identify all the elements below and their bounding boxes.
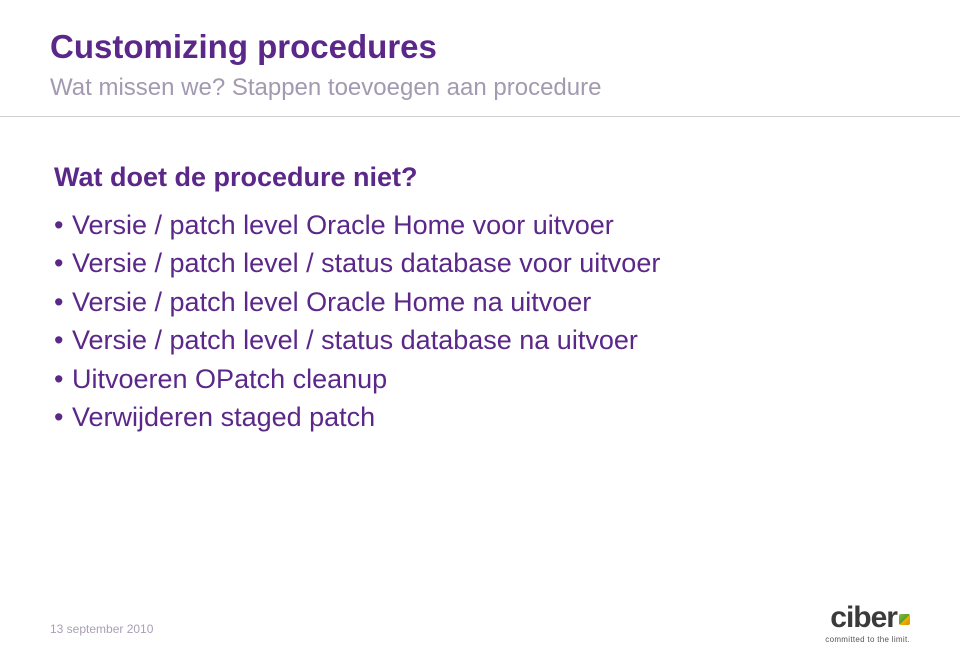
list-item: Versie / patch level / status database v… <box>54 245 910 281</box>
footer-date: 13 september 2010 <box>50 622 153 636</box>
list-item: Verwijderen staged patch <box>54 399 910 435</box>
divider-line <box>0 116 960 117</box>
list-item: Versie / patch level Oracle Home na uitv… <box>54 284 910 320</box>
slide-title: Customizing procedures <box>50 28 910 66</box>
question-heading: Wat doet de procedure niet? <box>54 162 910 193</box>
bullet-list: Versie / patch level Oracle Home voor ui… <box>54 207 910 436</box>
list-item: Versie / patch level Oracle Home voor ui… <box>54 207 910 243</box>
logo-tagline: committed to the limit. <box>825 635 910 644</box>
slide-subtitle: Wat missen we? Stappen toevoegen aan pro… <box>50 74 910 102</box>
list-item: Versie / patch level / status database n… <box>54 322 910 358</box>
list-item: Uitvoeren OPatch cleanup <box>54 361 910 397</box>
slide: Customizing procedures Wat missen we? St… <box>0 0 960 666</box>
company-logo: ciber committed to the limit. <box>825 603 910 644</box>
logo-text: ciber <box>825 603 910 633</box>
logo-name: ciber <box>830 601 897 634</box>
logo-dot-icon <box>899 614 910 625</box>
content-block: Wat doet de procedure niet? Versie / pat… <box>50 162 910 436</box>
